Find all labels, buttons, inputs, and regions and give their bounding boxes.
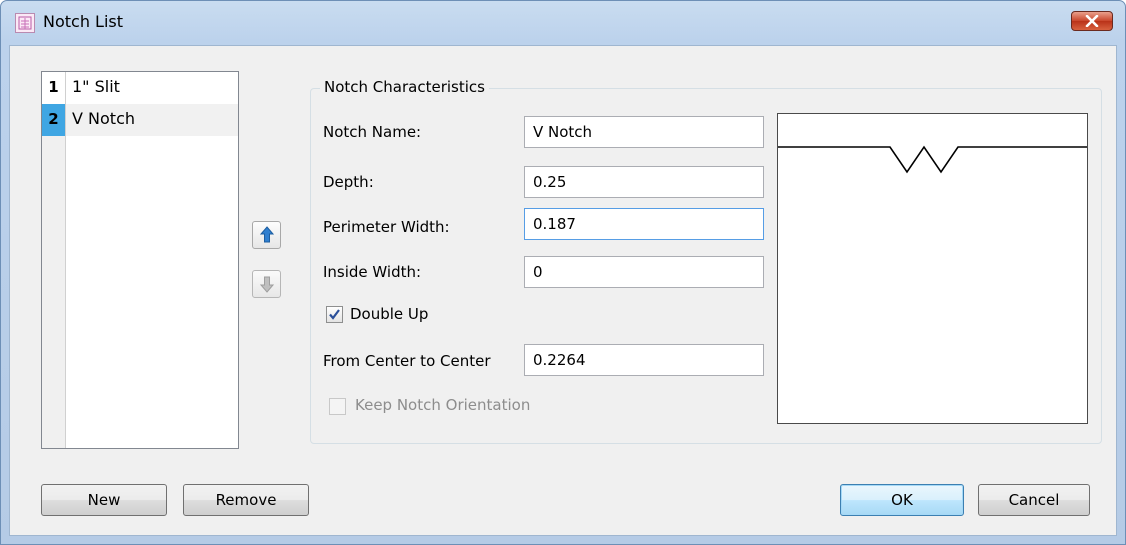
inside-width-label: Inside Width: bbox=[323, 263, 422, 281]
ok-button[interactable]: OK bbox=[840, 484, 964, 516]
close-x-icon bbox=[1085, 15, 1099, 27]
center-to-center-field[interactable] bbox=[524, 344, 764, 376]
inside-width-field[interactable] bbox=[524, 256, 764, 288]
arrow-down-icon bbox=[259, 276, 275, 293]
row-name: 1" Slit bbox=[72, 77, 120, 96]
list-item[interactable]: 1 1" Slit bbox=[42, 72, 238, 105]
depth-field[interactable] bbox=[524, 166, 764, 198]
notch-list-dialog: Notch List 1 1" Slit 2 V Notch Notch Cha… bbox=[0, 0, 1126, 545]
notch-preview bbox=[777, 113, 1088, 424]
center-to-center-label: From Center to Center bbox=[323, 352, 491, 370]
keep-orientation-label: Keep Notch Orientation bbox=[355, 396, 531, 414]
notch-list[interactable]: 1 1" Slit 2 V Notch bbox=[41, 71, 239, 449]
double-up-label[interactable]: Double Up bbox=[350, 305, 428, 323]
notch-name-field[interactable] bbox=[524, 116, 764, 148]
keep-orientation-checkbox[interactable] bbox=[329, 398, 346, 415]
list-item-selected[interactable]: 2 V Notch bbox=[42, 104, 238, 136]
depth-label: Depth: bbox=[323, 173, 374, 191]
move-up-button[interactable] bbox=[252, 221, 281, 249]
close-button[interactable] bbox=[1071, 11, 1113, 31]
move-down-button[interactable] bbox=[252, 270, 281, 298]
row-name: V Notch bbox=[72, 109, 135, 128]
notch-name-label: Notch Name: bbox=[323, 123, 422, 141]
perimeter-width-label: Perimeter Width: bbox=[323, 218, 450, 236]
group-title: Notch Characteristics bbox=[320, 78, 489, 96]
arrow-up-icon bbox=[259, 226, 275, 243]
cancel-button[interactable]: Cancel bbox=[978, 484, 1090, 516]
notch-app-icon bbox=[15, 13, 35, 33]
double-up-checkbox[interactable] bbox=[326, 306, 343, 323]
window-title: Notch List bbox=[43, 12, 124, 31]
row-index: 2 bbox=[42, 104, 66, 136]
checkmark-icon bbox=[329, 309, 340, 320]
notch-profile-drawing bbox=[778, 145, 1087, 174]
row-header-gutter bbox=[42, 136, 66, 448]
perimeter-width-field[interactable] bbox=[524, 208, 764, 240]
new-button[interactable]: New bbox=[41, 484, 167, 516]
row-index: 1 bbox=[42, 72, 66, 104]
remove-button[interactable]: Remove bbox=[183, 484, 309, 516]
dialog-client-area: 1 1" Slit 2 V Notch Notch Characteristic… bbox=[9, 45, 1117, 536]
title-bar[interactable]: Notch List bbox=[1, 1, 1125, 45]
